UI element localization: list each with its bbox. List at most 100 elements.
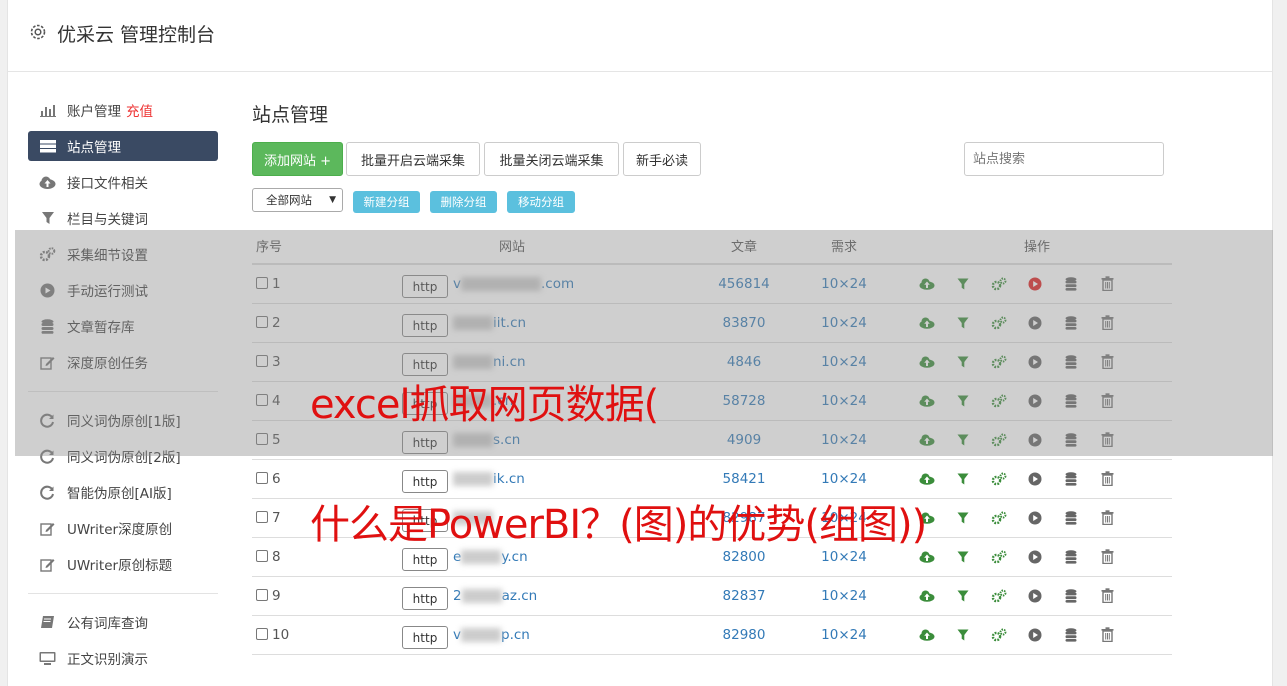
sidebar-item-label: UWriter原创标题 [67, 558, 173, 574]
domain-suffix: az.cn [501, 587, 538, 604]
main-content: 站点管理 添加网站 + 批量开启云端采集 批量关闭云端采集 新手必读 全部网站 … [252, 100, 1172, 655]
delete-group-button[interactable]: 删除分组 [430, 191, 497, 213]
sidebar-item-text-recognition[interactable]: 正文识别演示 [28, 640, 218, 676]
sidebar-item-account[interactable]: 账户管理 充值 [28, 92, 218, 128]
trash-icon[interactable] [1089, 470, 1125, 488]
site-domain-link[interactable]: 2 az.cn [453, 588, 537, 604]
monitor-icon [39, 650, 56, 667]
trash-icon[interactable] [1089, 509, 1125, 527]
protocol-badge[interactable]: http [402, 470, 448, 493]
play-circle-icon[interactable] [1017, 587, 1053, 605]
sidebar-item-site-management[interactable]: 站点管理 [28, 131, 218, 161]
protocol-badge[interactable]: http [402, 626, 448, 649]
play-circle-icon[interactable] [1017, 470, 1053, 488]
row-checkbox[interactable] [256, 510, 268, 523]
page-title: 站点管理 [252, 104, 329, 126]
top-bar: 优采云 管理控制台 [8, 0, 1272, 72]
trash-icon[interactable] [1089, 548, 1125, 566]
row-checkbox[interactable] [256, 471, 268, 484]
domain-prefix: 2 [453, 587, 462, 604]
row-checkbox[interactable] [256, 627, 268, 640]
gears-icon[interactable] [981, 587, 1017, 605]
sidebar-item-interface-files[interactable]: 接口文件相关 [28, 164, 218, 200]
cloud-upload-icon[interactable] [909, 548, 945, 566]
newbie-guide-button[interactable]: 新手必读 [623, 142, 701, 176]
recharge-link[interactable]: 充值 [126, 100, 153, 120]
redacted-domain [461, 549, 502, 564]
move-group-button[interactable]: 移动分组 [507, 191, 575, 213]
sidebar-divider [28, 593, 218, 594]
batch-open-button[interactable]: 批量开启云端采集 [346, 142, 480, 176]
sidebar-item-public-lexicon[interactable]: 公有词库查询 [28, 604, 218, 640]
domain-suffix: y.cn [501, 548, 528, 565]
row-number: 10 [272, 626, 290, 643]
actions-cell [902, 459, 1172, 499]
site-domain-link[interactable]: v p.cn [453, 627, 530, 643]
batch-close-button[interactable]: 批量关闭云端采集 [484, 142, 619, 176]
table-row: 10 http v p.cn 82980 10×24 [252, 615, 1172, 655]
sidebar-item-label: 正文识别演示 [67, 652, 148, 668]
cloud-upload-icon[interactable] [909, 626, 945, 644]
row-number: 8 [272, 548, 281, 565]
cloud-upload-icon[interactable] [909, 587, 945, 605]
actions-cell [902, 615, 1172, 655]
row-no-cell: 9 [252, 576, 322, 616]
database-icon[interactable] [1053, 470, 1089, 488]
gears-icon[interactable] [981, 470, 1017, 488]
filter-icon[interactable] [945, 587, 981, 605]
domain-prefix: e [453, 548, 462, 565]
site-domain-link[interactable]: e y.cn [453, 549, 528, 565]
row-checkbox[interactable] [256, 549, 268, 562]
filter-icon [39, 210, 56, 227]
filter-icon[interactable] [945, 509, 981, 527]
play-circle-icon[interactable] [1017, 626, 1053, 644]
gears-icon[interactable] [981, 626, 1017, 644]
toolbar: 添加网站 + 批量开启云端采集 批量关闭云端采集 新手必读 [252, 142, 1172, 176]
site-domain-link[interactable]: ik.cn [453, 471, 525, 487]
chevron-down-icon: ▼ [329, 195, 336, 205]
gears-icon[interactable] [981, 548, 1017, 566]
filter-icon[interactable] [945, 548, 981, 566]
watermark-line-2: 什么是PowerBI？(图)的优势(组图)) [310, 502, 927, 548]
sidebar-item-uwriter-title[interactable]: UWriter原创标题 [28, 546, 218, 582]
book-icon [39, 614, 56, 631]
domain-suffix: p.cn [501, 626, 530, 643]
database-icon[interactable] [1053, 509, 1089, 527]
row-number: 7 [272, 509, 281, 526]
cloud-upload-icon[interactable] [909, 470, 945, 488]
articles-count[interactable]: 82837 [702, 576, 786, 616]
watermark-line-1: excel抓取网页数据( [310, 382, 659, 428]
demand-value[interactable]: 10×24 [786, 615, 902, 655]
trash-icon[interactable] [1089, 587, 1125, 605]
add-site-button[interactable]: 添加网站 + [252, 142, 343, 176]
trash-icon[interactable] [1089, 626, 1125, 644]
sidebar-item-label: 接口文件相关 [67, 176, 148, 192]
play-circle-icon[interactable] [1017, 548, 1053, 566]
sidebar-item-label: UWriter深度原创 [67, 522, 173, 538]
demand-value[interactable]: 10×24 [786, 576, 902, 616]
gears-icon[interactable] [981, 509, 1017, 527]
filter-icon[interactable] [945, 626, 981, 644]
sidebar-item-label: 栏目与关键词 [67, 212, 148, 228]
database-icon[interactable] [1053, 587, 1089, 605]
database-icon[interactable] [1053, 548, 1089, 566]
sidebar-item-uwriter-deep[interactable]: UWriter深度原创 [28, 510, 218, 546]
site-cell: http 2 az.cn [322, 576, 702, 616]
row-number: 6 [272, 470, 281, 487]
sidebar-item-label: 公有词库查询 [67, 616, 148, 632]
redacted-domain [461, 588, 502, 603]
filter-icon[interactable] [945, 470, 981, 488]
database-icon[interactable] [1053, 626, 1089, 644]
site-group-select[interactable]: 全部网站 ▼ [252, 188, 343, 212]
new-group-button[interactable]: 新建分组 [353, 191, 420, 213]
articles-count[interactable]: 82980 [702, 615, 786, 655]
protocol-badge[interactable]: http [402, 548, 448, 571]
sidebar-item-label: 账户管理 [67, 104, 121, 120]
sidebar-item-smart-ai[interactable]: 智能伪原创[AI版] [28, 474, 218, 510]
table-row: 9 http 2 az.cn 82837 10×24 [252, 576, 1172, 616]
site-search-input[interactable] [964, 142, 1164, 176]
actions-cell [902, 498, 1172, 538]
play-circle-icon[interactable] [1017, 509, 1053, 527]
row-checkbox[interactable] [256, 588, 268, 601]
protocol-badge[interactable]: http [402, 587, 448, 610]
